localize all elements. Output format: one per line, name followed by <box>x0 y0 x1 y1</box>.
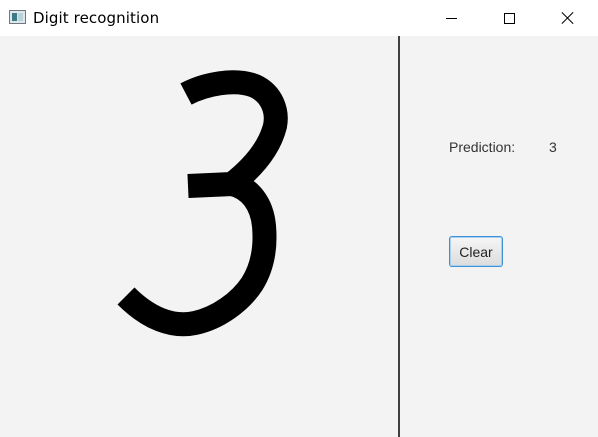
digit-stroke-upper <box>180 70 288 198</box>
app-window-icon <box>9 10 26 24</box>
control-panel: Prediction: 3 Clear <box>400 36 598 437</box>
prediction-value: 3 <box>549 139 557 155</box>
prediction-label: Prediction: <box>449 139 516 155</box>
title-bar[interactable]: Digit recognition <box>0 0 598 36</box>
digit-stroke-lower <box>117 172 277 337</box>
clear-button[interactable]: Clear <box>449 236 503 267</box>
minimize-icon <box>445 17 457 19</box>
drawing-canvas[interactable] <box>0 36 398 437</box>
minimize-button[interactable] <box>428 0 474 36</box>
window-content: Prediction: 3 Clear <box>0 36 598 437</box>
close-icon <box>561 11 575 25</box>
drawn-digit-strokes <box>117 70 288 337</box>
window-title: Digit recognition <box>33 9 160 27</box>
close-button[interactable] <box>545 0 591 36</box>
maximize-icon <box>503 12 515 24</box>
maximize-button[interactable] <box>486 0 532 36</box>
